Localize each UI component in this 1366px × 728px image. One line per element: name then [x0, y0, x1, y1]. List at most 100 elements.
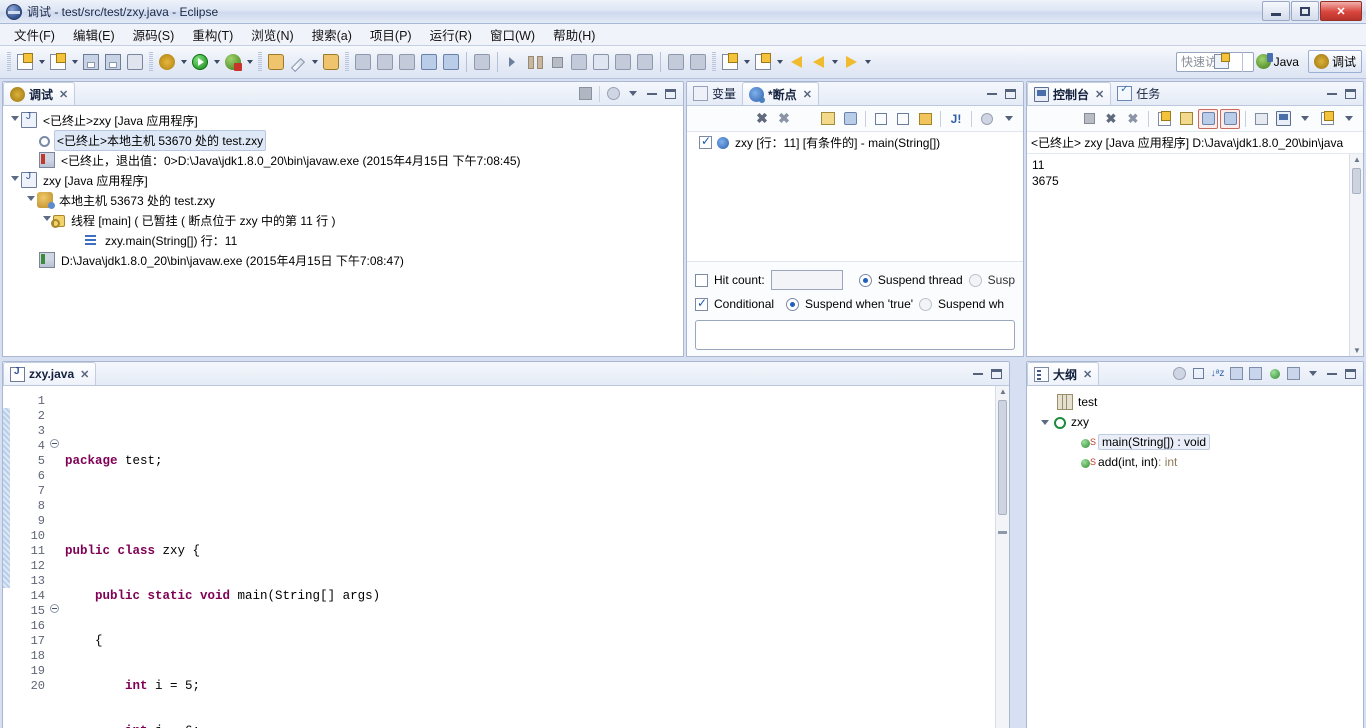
- close-button[interactable]: ✕: [1320, 1, 1362, 21]
- next-annotation-button[interactable]: [352, 51, 374, 73]
- debug-process-running[interactable]: D:\Java\jdk1.8.0_20\bin\javaw.exe (2015年…: [3, 250, 683, 270]
- terminate-button[interactable]: [546, 51, 568, 73]
- collapse-all-button[interactable]: [1190, 365, 1207, 382]
- go-to-file-button[interactable]: [818, 109, 838, 129]
- step-return-button[interactable]: [612, 51, 634, 73]
- remove-all-terminated-button[interactable]: ✖: [1123, 109, 1143, 129]
- minimize-button[interactable]: [1262, 1, 1290, 21]
- tab-debug[interactable]: 调试 ✕: [3, 82, 76, 105]
- add-java-exception-breakpoint-button[interactable]: J!: [946, 109, 966, 129]
- editor-folding-ruler[interactable]: [49, 386, 61, 728]
- minimize-view-button[interactable]: [643, 85, 660, 102]
- display-selected-console-button[interactable]: [1273, 109, 1293, 129]
- working-sets-button[interactable]: [605, 85, 622, 102]
- outline-method-main[interactable]: S main(String[]) : void: [1027, 432, 1363, 452]
- maximize-editor-button[interactable]: [988, 365, 1005, 382]
- maximize-view-button[interactable]: [1342, 365, 1359, 382]
- menu-refactor[interactable]: 重构(T): [184, 23, 241, 46]
- menu-navigate[interactable]: 浏览(N): [243, 23, 301, 46]
- menu-source[interactable]: 源码(S): [125, 23, 183, 46]
- conditional-checkbox[interactable]: [695, 296, 708, 311]
- breakpoints-list[interactable]: zxy [行：11] [有条件的] - main(String[]): [687, 132, 1023, 261]
- hit-count-input[interactable]: [770, 270, 843, 290]
- hide-static-fields-button[interactable]: [1247, 365, 1264, 382]
- maximize-view-button[interactable]: [662, 85, 679, 102]
- close-icon[interactable]: ✕: [1083, 368, 1092, 381]
- expand-all-button[interactable]: [871, 109, 891, 129]
- hide-non-public-button[interactable]: [1266, 365, 1283, 382]
- sort-button[interactable]: ↓ᵃz: [1209, 365, 1226, 382]
- fold-collapse-icon[interactable]: [50, 604, 59, 613]
- hide-fields-button[interactable]: [1228, 365, 1245, 382]
- toolbar-grip-2[interactable]: [149, 52, 153, 72]
- outline-method-add[interactable]: S add(int, int) : int: [1027, 452, 1363, 472]
- print-button[interactable]: [124, 51, 146, 73]
- menu-file[interactable]: 文件(F): [6, 23, 63, 46]
- expand-twisty-icon[interactable]: [9, 174, 21, 186]
- remove-all-breakpoints-button[interactable]: ✖: [774, 109, 794, 129]
- view-menu-button[interactable]: [1304, 365, 1321, 382]
- toggle-mark-occurrences-button[interactable]: [471, 51, 493, 73]
- new-untitled-text-button[interactable]: [719, 51, 741, 73]
- new-java-class-button[interactable]: [47, 51, 69, 73]
- debug-thread-main[interactable]: 线程 [main] ( 已暂挂 ( 断点位于 zxy 中的第 11 行 ): [3, 210, 683, 230]
- expand-twisty-icon[interactable]: [1039, 419, 1051, 425]
- view-menu-button[interactable]: [624, 85, 641, 102]
- maximize-view-button[interactable]: [1002, 85, 1019, 102]
- console-vscrollbar[interactable]: ▲ ▼: [1349, 154, 1363, 356]
- expand-twisty-icon[interactable]: [71, 234, 83, 246]
- drop-to-frame-button[interactable]: [634, 51, 656, 73]
- terminate-console-button[interactable]: [1079, 109, 1099, 129]
- resume-button[interactable]: [502, 51, 524, 73]
- editor-body[interactable]: ? 1 2 3 4 5 6 7 8 9 10 11 12 13 14: [3, 386, 1009, 728]
- suspend-vm-radio[interactable]: [968, 273, 982, 287]
- back-history-button[interactable]: [807, 51, 829, 73]
- expand-twisty-icon[interactable]: [9, 114, 21, 126]
- expand-twisty-icon[interactable]: [27, 154, 39, 166]
- suspend-thread-radio[interactable]: [858, 273, 872, 287]
- outline-package-test[interactable]: test: [1027, 392, 1363, 412]
- menu-run[interactable]: 运行(R): [422, 23, 480, 46]
- tab-variables[interactable]: 变量: [687, 82, 742, 105]
- display-console-dropdown[interactable]: [1295, 109, 1315, 129]
- untitled-text-dropdown[interactable]: [741, 51, 752, 73]
- console-output[interactable]: 11 3675 ▲ ▼: [1027, 154, 1363, 356]
- close-icon[interactable]: ✕: [80, 368, 89, 381]
- close-icon[interactable]: ✕: [1095, 88, 1104, 101]
- suspend-when-true-radio[interactable]: [786, 297, 800, 311]
- view-menu-button[interactable]: [999, 109, 1019, 129]
- editor-vscrollbar[interactable]: ▲ ▼: [995, 386, 1009, 728]
- run-button[interactable]: [189, 51, 211, 73]
- editor-vscroll-thumb[interactable]: [998, 400, 1007, 515]
- suspend-button[interactable]: [524, 51, 546, 73]
- editor-tab-zxy-java[interactable]: zxy.java ✕: [3, 362, 97, 385]
- new-java-project-button[interactable]: [287, 51, 309, 73]
- breakpoint-item-zxy-11[interactable]: zxy [行：11] [有条件的] - main(String[]): [687, 132, 1023, 152]
- show-source-button[interactable]: [440, 51, 462, 73]
- new-project-dropdown[interactable]: [309, 51, 320, 73]
- debug-launch-terminated[interactable]: <已终止>zxy [Java 应用程序]: [3, 110, 683, 130]
- open-task-button[interactable]: [752, 51, 774, 73]
- pin-console-button[interactable]: [1251, 109, 1271, 129]
- tab-tasks[interactable]: 任务: [1111, 82, 1166, 105]
- debug-launch-running[interactable]: zxy [Java 应用程序]: [3, 170, 683, 190]
- editor-code-area[interactable]: package test; public class zxy { public …: [61, 386, 995, 728]
- previous-annotation-button[interactable]: [374, 51, 396, 73]
- forward-dropdown[interactable]: [862, 51, 873, 73]
- console-vscroll-thumb[interactable]: [1352, 168, 1361, 194]
- expand-twisty-icon[interactable]: [27, 134, 39, 146]
- step-into-button[interactable]: [568, 51, 590, 73]
- new-class-dropdown[interactable]: [69, 51, 80, 73]
- forward-button[interactable]: [840, 51, 862, 73]
- minimize-view-button[interactable]: [1323, 85, 1340, 102]
- back-dropdown[interactable]: [829, 51, 840, 73]
- outline-tree[interactable]: test zxy S main(String[]) : void S add(i…: [1027, 386, 1363, 728]
- toolbar-grip-4[interactable]: [345, 52, 349, 72]
- tab-console[interactable]: 控制台 ✕: [1027, 82, 1112, 105]
- tab-outline[interactable]: 大纲 ✕: [1027, 362, 1100, 385]
- show-console-on-output-button[interactable]: [1198, 108, 1218, 129]
- step-filters-button[interactable]: [665, 51, 687, 73]
- outline-class-zxy[interactable]: zxy: [1027, 412, 1363, 432]
- open-task-dropdown[interactable]: [774, 51, 785, 73]
- toolbar-grip-5[interactable]: [712, 52, 716, 72]
